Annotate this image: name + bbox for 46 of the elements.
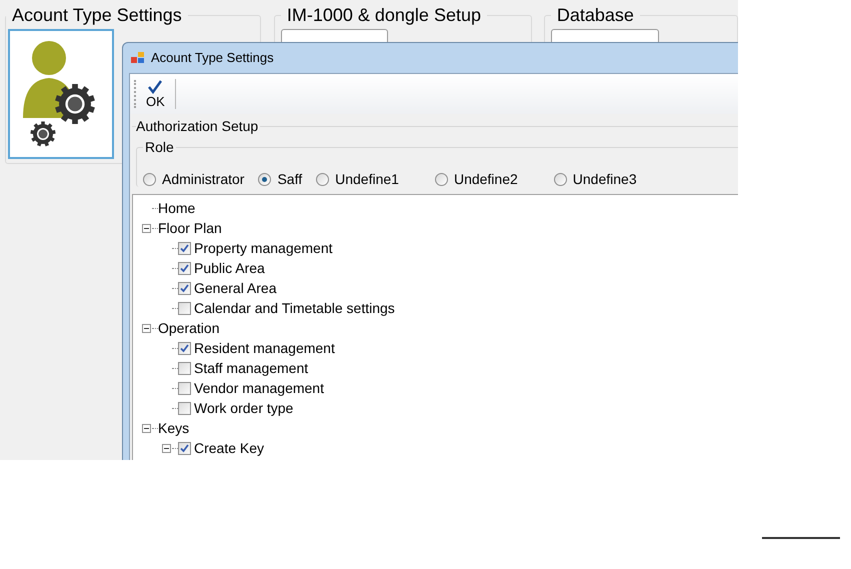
group-title: Authorization Setup <box>136 117 260 136</box>
role-radio[interactable]: Undefine3 <box>554 168 637 190</box>
window-title: Acount Type Settings <box>151 49 274 68</box>
radio-button[interactable] <box>258 172 272 186</box>
account-settings-button[interactable] <box>8 29 114 159</box>
tree-item[interactable]: Work order type <box>194 398 294 418</box>
group-title: Role <box>144 138 175 157</box>
checkbox[interactable] <box>178 362 191 374</box>
checkbox[interactable] <box>178 382 191 394</box>
window-icon <box>131 51 145 65</box>
expand-toggle[interactable] <box>142 424 151 432</box>
tree-item[interactable]: Calendar and Timetable settings <box>194 298 395 318</box>
radio-button[interactable] <box>434 172 448 186</box>
checkbox[interactable] <box>178 302 191 314</box>
tree-item[interactable]: Operation <box>158 318 220 338</box>
role-radio[interactable]: Undefine2 <box>434 168 518 190</box>
tree-item[interactable]: Keys <box>158 418 190 438</box>
tree-item[interactable]: Staff management <box>194 358 308 378</box>
group-title: IM-1000 & dongle Setup <box>286 4 482 27</box>
radio-button[interactable] <box>316 172 330 186</box>
group-title: Acount Type Settings <box>11 4 183 27</box>
expand-toggle[interactable] <box>142 224 151 232</box>
tree-item[interactable]: Create Key <box>194 438 264 458</box>
tree-item[interactable]: Home <box>158 198 196 218</box>
role-radio[interactable]: Undefine1 <box>316 168 399 190</box>
ok-button[interactable]: OK <box>142 76 169 112</box>
role-radio[interactable]: Saff <box>258 168 302 190</box>
checkbox[interactable] <box>178 242 191 254</box>
tree-item[interactable]: General Area <box>194 278 276 298</box>
tree-item[interactable]: Vendor management <box>194 378 324 398</box>
radio-button[interactable] <box>143 172 156 186</box>
checkbox[interactable] <box>178 442 191 454</box>
radio-button[interactable] <box>554 172 567 186</box>
checkbox[interactable] <box>178 402 191 414</box>
checkmark-icon <box>148 80 162 94</box>
checkbox[interactable] <box>178 342 191 354</box>
checkbox[interactable] <box>178 282 191 294</box>
tree-item[interactable]: Resident management <box>194 338 335 358</box>
tree-item[interactable]: Floor Plan <box>158 218 222 238</box>
expand-toggle[interactable] <box>142 324 151 332</box>
checkbox[interactable] <box>178 262 191 274</box>
tree-item[interactable]: Property management <box>194 238 333 258</box>
expand-toggle[interactable] <box>162 444 171 452</box>
role-radio[interactable]: Administrator <box>143 168 244 190</box>
group-title: Database <box>556 4 635 27</box>
tree-item[interactable]: Public Area <box>194 258 265 278</box>
